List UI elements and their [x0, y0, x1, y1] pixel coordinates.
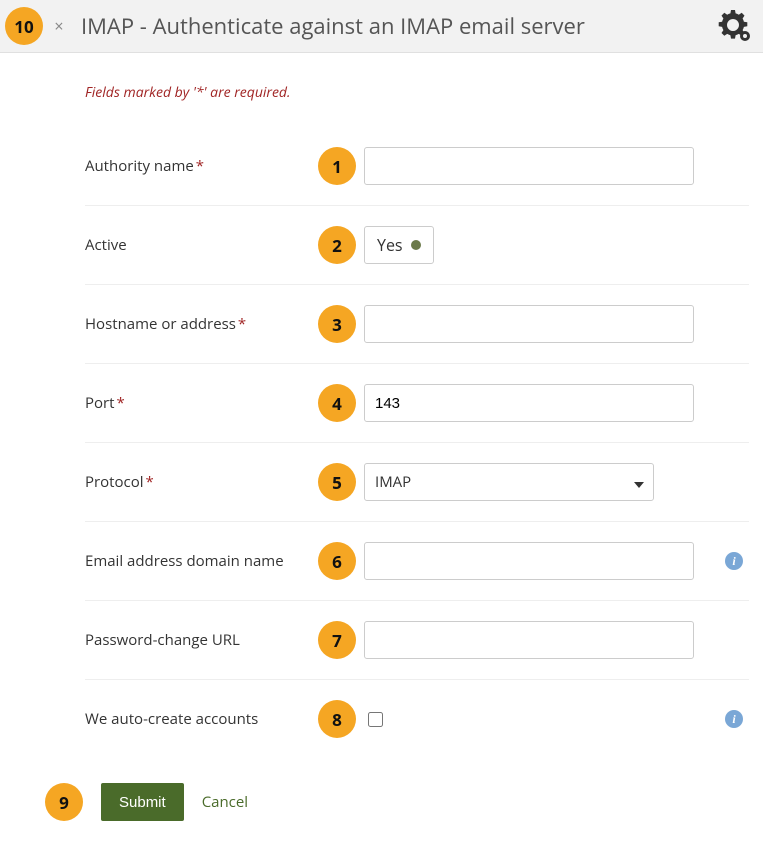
step-marker-10: 10 [5, 7, 43, 45]
cancel-link[interactable]: Cancel [202, 792, 248, 812]
info-icon[interactable]: i [725, 552, 743, 570]
active-toggle[interactable]: Yes [364, 226, 434, 264]
hostname-input[interactable] [364, 305, 694, 343]
row-password-change-url: Password-change URL 7 [85, 601, 749, 680]
label-port: Port* [85, 393, 310, 413]
step-marker-9: 9 [45, 783, 83, 821]
label-active: Active [85, 235, 310, 255]
label-protocol: Protocol* [85, 472, 310, 492]
form-body: Fields marked by '*' are required. Autho… [0, 53, 763, 851]
row-protocol: Protocol* 5 IMAP [85, 443, 749, 522]
step-marker-1: 1 [318, 147, 356, 185]
required-asterisk: * [115, 393, 125, 413]
row-hostname: Hostname or address* 3 [85, 285, 749, 364]
row-email-domain: Email address domain name 6 i [85, 522, 749, 601]
protocol-select[interactable]: IMAP [364, 463, 654, 501]
port-input[interactable] [364, 384, 694, 422]
active-toggle-label: Yes [377, 234, 403, 256]
row-authority-name: Authority name* 1 [85, 127, 749, 206]
label-hostname: Hostname or address* [85, 314, 310, 334]
step-marker-8: 8 [318, 700, 356, 738]
row-port: Port* 4 [85, 364, 749, 443]
label-email-domain: Email address domain name [85, 551, 310, 571]
settings-gear-icon[interactable] [713, 6, 753, 46]
protocol-select-value: IMAP [375, 472, 411, 492]
step-marker-6: 6 [318, 542, 356, 580]
form-actions: 9 Submit Cancel [45, 758, 749, 831]
authority-name-input[interactable] [364, 147, 694, 185]
label-password-change-url: Password-change URL [85, 630, 310, 650]
required-asterisk: * [144, 472, 154, 492]
row-active: Active 2 Yes [85, 206, 749, 285]
step-marker-3: 3 [318, 305, 356, 343]
close-icon[interactable]: × [49, 15, 69, 37]
label-authority-name: Authority name* [85, 156, 310, 176]
info-icon[interactable]: i [725, 710, 743, 728]
row-auto-create: We auto-create accounts 8 i [85, 680, 749, 758]
step-marker-4: 4 [318, 384, 356, 422]
step-marker-2: 2 [318, 226, 356, 264]
dialog-title: IMAP - Authenticate against an IMAP emai… [69, 11, 713, 41]
step-marker-5: 5 [318, 463, 356, 501]
required-asterisk: * [194, 156, 204, 176]
password-change-url-input[interactable] [364, 621, 694, 659]
email-domain-input[interactable] [364, 542, 694, 580]
label-auto-create: We auto-create accounts [85, 709, 310, 729]
auto-create-checkbox[interactable] [368, 712, 383, 727]
required-asterisk: * [236, 314, 246, 334]
step-marker-7: 7 [318, 621, 356, 659]
submit-button[interactable]: Submit [101, 783, 184, 821]
dialog-header: 10 × IMAP - Authenticate against an IMAP… [0, 0, 763, 53]
required-fields-note: Fields marked by '*' are required. [85, 83, 749, 102]
status-dot-icon [411, 240, 421, 250]
